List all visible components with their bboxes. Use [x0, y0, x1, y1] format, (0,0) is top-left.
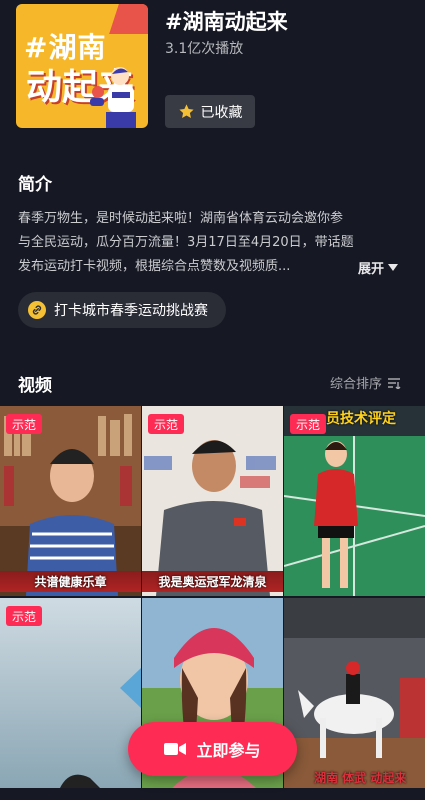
join-now-label: 立即参与 — [196, 741, 261, 760]
intro-heading: 简介 — [18, 175, 52, 195]
play-count: 3.1亿次播放 — [165, 41, 244, 57]
video-thumbnail[interactable]: 示范 共谱健康乐章 — [0, 406, 141, 596]
cover-ribbon — [109, 4, 148, 34]
video-caption: 我是奥运冠军龙清泉 — [142, 571, 283, 592]
challenge-tag-chip[interactable]: 打卡城市春季运动挑战赛 — [18, 292, 226, 328]
expand-label: 展开 — [358, 262, 385, 277]
intro-line: 发布运动打卡视频，根据综合点赞数及视频质... — [18, 259, 291, 274]
expand-button[interactable]: 展开 — [358, 258, 399, 277]
video-frame-image — [0, 598, 141, 788]
sort-label: 综合排序 — [330, 377, 383, 392]
sample-badge: 示范 — [6, 414, 42, 434]
challenge-tag-label: 打卡城市春季运动挑战赛 — [54, 303, 208, 319]
video-thumbnail[interactable]: 示范 员技术评定 — [284, 406, 425, 596]
sample-badge: 示范 — [148, 414, 184, 434]
sample-badge: 示范 — [6, 606, 42, 626]
topic-header: #湖南 动起来 #湖南动起来 3.1亿次播放 已收藏 — [0, 0, 425, 150]
topic-cover-image: #湖南 动起来 — [16, 4, 148, 128]
video-overlay-text: 员技术评定 — [326, 411, 396, 427]
video-camera-icon — [164, 743, 187, 755]
video-frame-image — [142, 406, 283, 596]
link-icon — [28, 301, 46, 319]
chevron-down-icon — [388, 263, 399, 271]
video-thumbnail[interactable]: 示范 — [0, 598, 141, 788]
video-thumbnail[interactable]: 湖南 体武 动起来 — [284, 598, 425, 788]
topic-title: #湖南动起来 — [165, 10, 288, 34]
sample-badge: 示范 — [290, 414, 326, 434]
videos-heading: 视频 — [18, 376, 52, 396]
intro-text: 春季万物生，是时候动起来啦！湖南省体育云动会邀你参 与全民运动，瓜分百万流量！3… — [18, 207, 403, 279]
favorite-button[interactable]: 已收藏 — [165, 95, 255, 128]
video-thumbnail[interactable]: 示范 我是奥运冠军龙清泉 — [142, 406, 283, 596]
video-frame-image — [284, 406, 425, 596]
intro-line: 与全民运动，瓜分百万流量！3月17日至4月20日，带话题 — [18, 235, 354, 250]
sort-icon — [388, 377, 401, 389]
video-frame-image — [0, 406, 141, 596]
video-bottom-text: 湖南 体武 动起来 — [314, 771, 407, 785]
video-caption: 共谱健康乐章 — [0, 571, 141, 592]
star-icon — [178, 104, 194, 118]
favorite-label: 已收藏 — [200, 104, 243, 121]
video-frame-image — [284, 598, 425, 788]
intro-line: 春季万物生，是时候动起来啦！湖南省体育云动会邀你参 — [18, 211, 344, 226]
athlete-illustration-icon — [90, 67, 136, 128]
join-now-button[interactable]: 立即参与 — [128, 722, 297, 776]
sort-button[interactable]: 综合排序 — [330, 373, 401, 392]
